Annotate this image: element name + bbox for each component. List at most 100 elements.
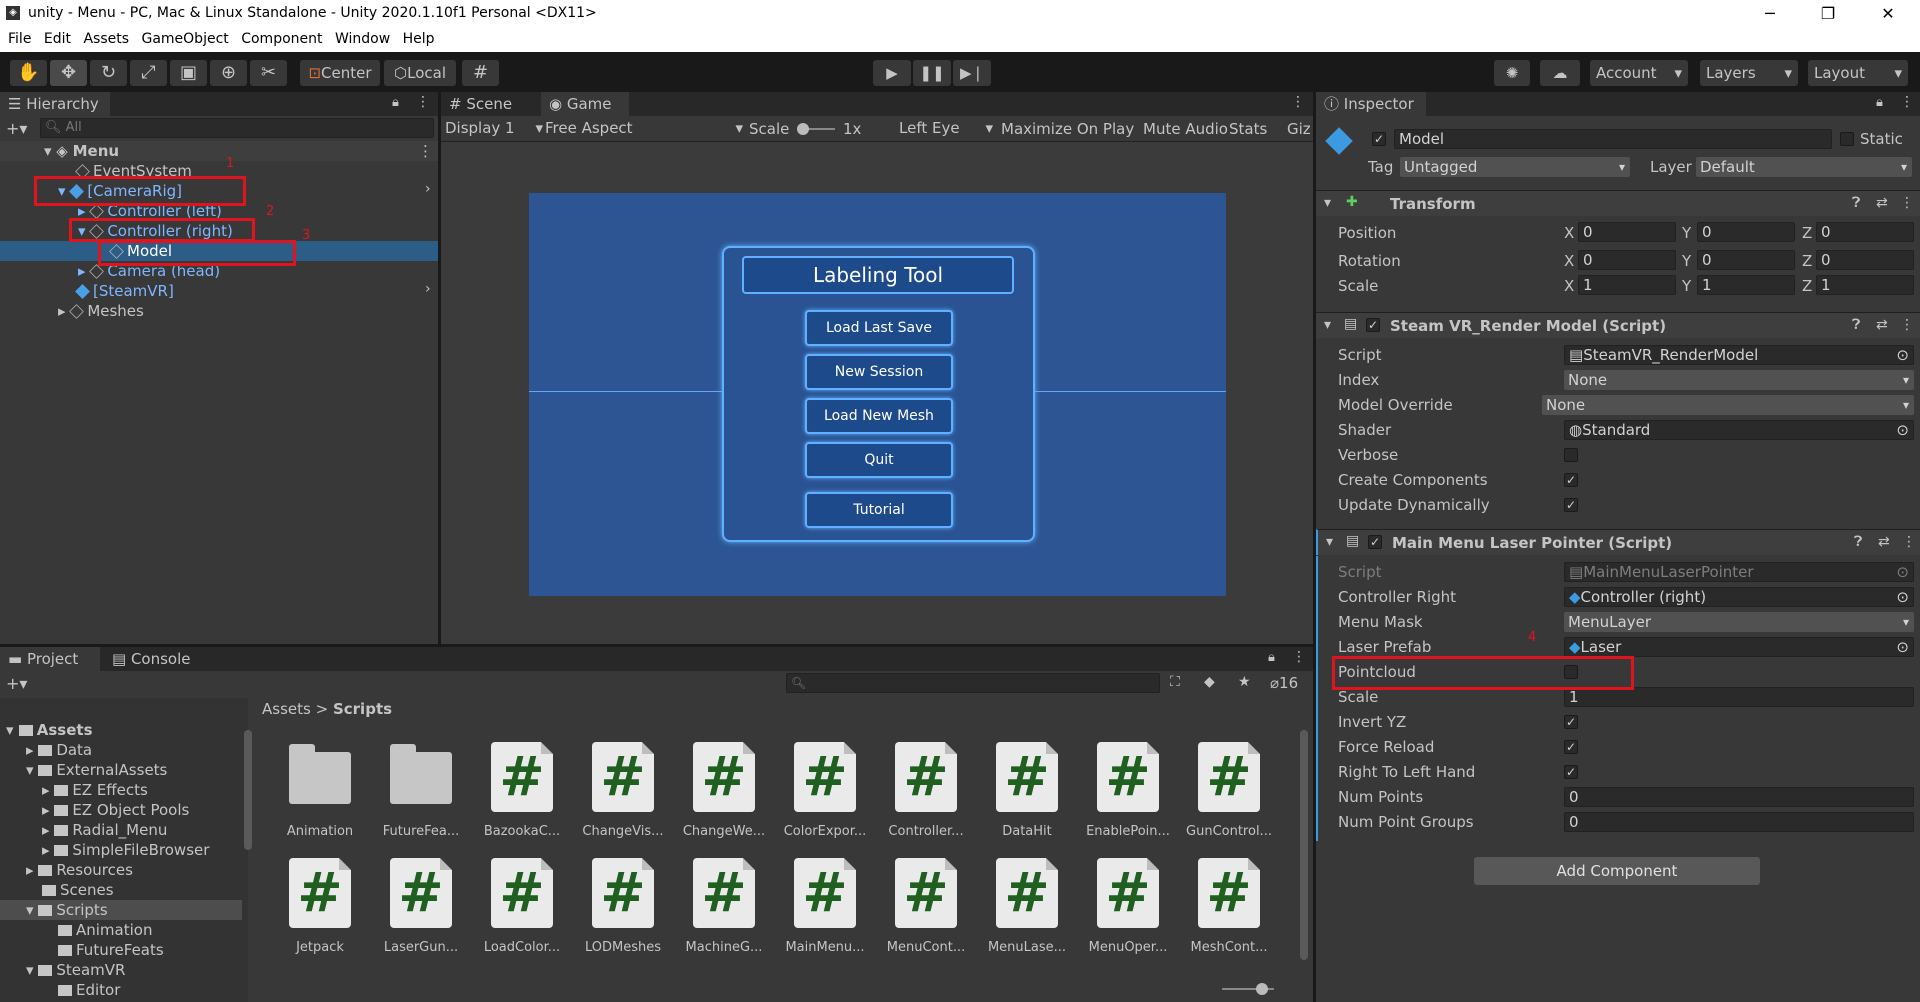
- scale-y-field[interactable]: 1: [1697, 275, 1795, 295]
- asset-script[interactable]: # BazookaC...: [472, 742, 572, 839]
- tree-scrollbar[interactable]: [244, 730, 252, 850]
- move-tool-icon[interactable]: ✥: [50, 60, 87, 86]
- step-button[interactable]: ▶❘: [953, 60, 991, 86]
- position-x-field[interactable]: 0: [1578, 222, 1676, 242]
- maximize-on-play-toggle[interactable]: Maximize On Play: [1001, 120, 1134, 138]
- grid-snap-icon[interactable]: #: [462, 60, 499, 86]
- tree-editor[interactable]: Editor: [58, 980, 120, 1000]
- index-dropdown[interactable]: None: [1564, 370, 1914, 390]
- preset-icon[interactable]: ⇄: [1876, 317, 1888, 333]
- layout-dropdown[interactable]: Layout ▾: [1808, 60, 1908, 86]
- controller-right-field[interactable]: ◆Controller (right) ⊙: [1564, 587, 1914, 607]
- asset-script[interactable]: # MenuLase...: [977, 858, 1077, 955]
- lock-icon[interactable]: 🔒︎: [392, 95, 399, 110]
- menu-mask-dropdown[interactable]: MenuLayer: [1564, 612, 1914, 632]
- model-override-dropdown[interactable]: None: [1542, 395, 1914, 415]
- num-point-groups-field[interactable]: 0: [1564, 812, 1914, 832]
- hier-item-meshes[interactable]: ▸ Meshes: [58, 301, 144, 321]
- foldout-arrow-icon[interactable]: ▾: [1324, 195, 1331, 211]
- shader-field[interactable]: ◍Standard ⊙: [1564, 420, 1914, 440]
- scale-z-field[interactable]: 1: [1816, 275, 1914, 295]
- tree-scripts[interactable]: ▾ Scripts: [0, 900, 242, 920]
- scale-field[interactable]: 1: [1564, 687, 1914, 707]
- tag-dropdown[interactable]: Untagged: [1400, 157, 1630, 177]
- filter-type-icon[interactable]: ⛶: [1170, 674, 1180, 690]
- object-name-input[interactable]: Model: [1394, 129, 1832, 149]
- asset-script[interactable]: # MeshCont...: [1179, 858, 1279, 955]
- asset-script[interactable]: # MachineG...: [674, 858, 774, 955]
- pivot-local-button[interactable]: ⬡Local: [384, 60, 456, 86]
- chevron-right-icon[interactable]: ›: [425, 281, 431, 297]
- play-button[interactable]: ▶: [873, 60, 911, 86]
- load-new-mesh-button[interactable]: Load New Mesh: [805, 398, 953, 434]
- preset-icon[interactable]: ⇄: [1878, 534, 1890, 550]
- tab-project[interactable]: ▬ Project: [0, 647, 100, 671]
- right-to-left-hand-checkbox[interactable]: ✓: [1564, 765, 1578, 779]
- eye-dropdown[interactable]: Left Eye ▾: [899, 119, 993, 137]
- breadcrumb-current[interactable]: Scripts: [333, 700, 392, 718]
- menu-component[interactable]: Component: [241, 31, 322, 47]
- asset-folder[interactable]: Animation: [270, 742, 370, 839]
- tab-game[interactable]: ◉ Game: [541, 92, 629, 116]
- asset-script[interactable]: # ColorExpor...: [775, 742, 875, 839]
- tree-simplefilebrowser[interactable]: ▸ SimpleFileBrowser: [42, 840, 209, 860]
- close-button[interactable]: ✕: [1868, 2, 1908, 26]
- zoom-slider-thumb[interactable]: [1256, 983, 1268, 995]
- laser-prefab-field[interactable]: ◆Laser ⊙: [1564, 637, 1914, 657]
- new-session-button[interactable]: New Session: [805, 354, 953, 390]
- transform-tool-icon[interactable]: ⊕: [210, 60, 247, 86]
- quit-button[interactable]: Quit: [805, 442, 953, 478]
- force-reload-checkbox[interactable]: ✓: [1564, 740, 1578, 754]
- add-component-button[interactable]: Add Component: [1474, 857, 1760, 885]
- rotation-y-field[interactable]: 0: [1697, 250, 1795, 270]
- laser-pointer-header[interactable]: ▾ ▤ ✓ Main Menu Laser Pointer (Script) ❓…: [1316, 529, 1920, 555]
- menu-help[interactable]: Help: [403, 31, 435, 47]
- pause-button[interactable]: ❚❚: [913, 60, 951, 86]
- layer-dropdown[interactable]: Default: [1696, 157, 1912, 177]
- transform-header[interactable]: ▾ ✚ Transform ❓︎ ⇄ ⋮: [1316, 190, 1920, 216]
- component-menu-icon[interactable]: ⋮: [1900, 317, 1914, 333]
- tree-steamvr[interactable]: ▾ SteamVR: [26, 960, 125, 980]
- hand-tool-icon[interactable]: ✋: [10, 60, 47, 86]
- tree-assets[interactable]: ▾ Assets: [6, 720, 93, 740]
- foldout-arrow-icon[interactable]: ▾: [1326, 534, 1333, 550]
- tree-scenes[interactable]: Scenes: [42, 880, 114, 900]
- hidden-count[interactable]: ⌀16: [1270, 674, 1298, 692]
- scene-header[interactable]: ▾ ◈ Menu ⋮: [0, 141, 438, 161]
- asset-script[interactable]: # ChangeWe...: [674, 742, 774, 839]
- add-icon[interactable]: +▾: [6, 119, 27, 138]
- component-menu-icon[interactable]: ⋮: [1900, 195, 1914, 211]
- custom-tool-icon[interactable]: ✂: [250, 60, 287, 86]
- scale-x-field[interactable]: 1: [1578, 275, 1676, 295]
- asset-script[interactable]: # MenuCont...: [876, 858, 976, 955]
- rotate-tool-icon[interactable]: ↻: [90, 60, 127, 86]
- maximize-button[interactable]: ❐: [1808, 2, 1848, 26]
- active-checkbox[interactable]: ✓: [1372, 132, 1386, 146]
- tutorial-button[interactable]: Tutorial: [805, 492, 953, 528]
- pivot-center-button[interactable]: ⊡Center: [300, 60, 380, 86]
- verbose-checkbox[interactable]: [1564, 448, 1578, 462]
- asset-script[interactable]: # GunControl...: [1179, 742, 1279, 839]
- cloud-icon[interactable]: ☁: [1540, 60, 1580, 86]
- favorite-icon[interactable]: ★: [1238, 674, 1251, 690]
- tree-radial-menu[interactable]: ▸ Radial_Menu: [42, 820, 167, 840]
- hierarchy-search-input[interactable]: 🔍︎ All: [40, 118, 434, 138]
- help-icon[interactable]: ❓︎: [1854, 534, 1862, 550]
- minimize-button[interactable]: ─: [1750, 2, 1790, 26]
- menu-gameobject[interactable]: GameObject: [141, 31, 228, 47]
- asset-script[interactable]: # EnablePoin...: [1078, 742, 1178, 839]
- more-menu-icon[interactable]: ⋮: [1900, 94, 1914, 110]
- tree-animation[interactable]: Animation: [58, 920, 152, 940]
- scale-slider-thumb[interactable]: [797, 123, 809, 135]
- tree-data[interactable]: ▸ Data: [26, 740, 92, 760]
- rect-tool-icon[interactable]: ▣: [170, 60, 207, 86]
- position-y-field[interactable]: 0: [1697, 222, 1795, 242]
- assets-scrollbar[interactable]: [1300, 730, 1308, 960]
- render-model-header[interactable]: ▾ ▤ ✓ Steam VR_Render Model (Script) ❓︎ …: [1316, 312, 1920, 338]
- tab-inspector[interactable]: ⓘ Inspector: [1316, 92, 1426, 116]
- script-field[interactable]: ▤SteamVR_RenderModel ⊙: [1564, 345, 1914, 365]
- help-icon[interactable]: ❓︎: [1852, 195, 1860, 211]
- help-icon[interactable]: ❓︎: [1852, 317, 1860, 333]
- scale-tool-icon[interactable]: ⤢: [130, 60, 167, 86]
- menu-assets[interactable]: Assets: [83, 31, 129, 47]
